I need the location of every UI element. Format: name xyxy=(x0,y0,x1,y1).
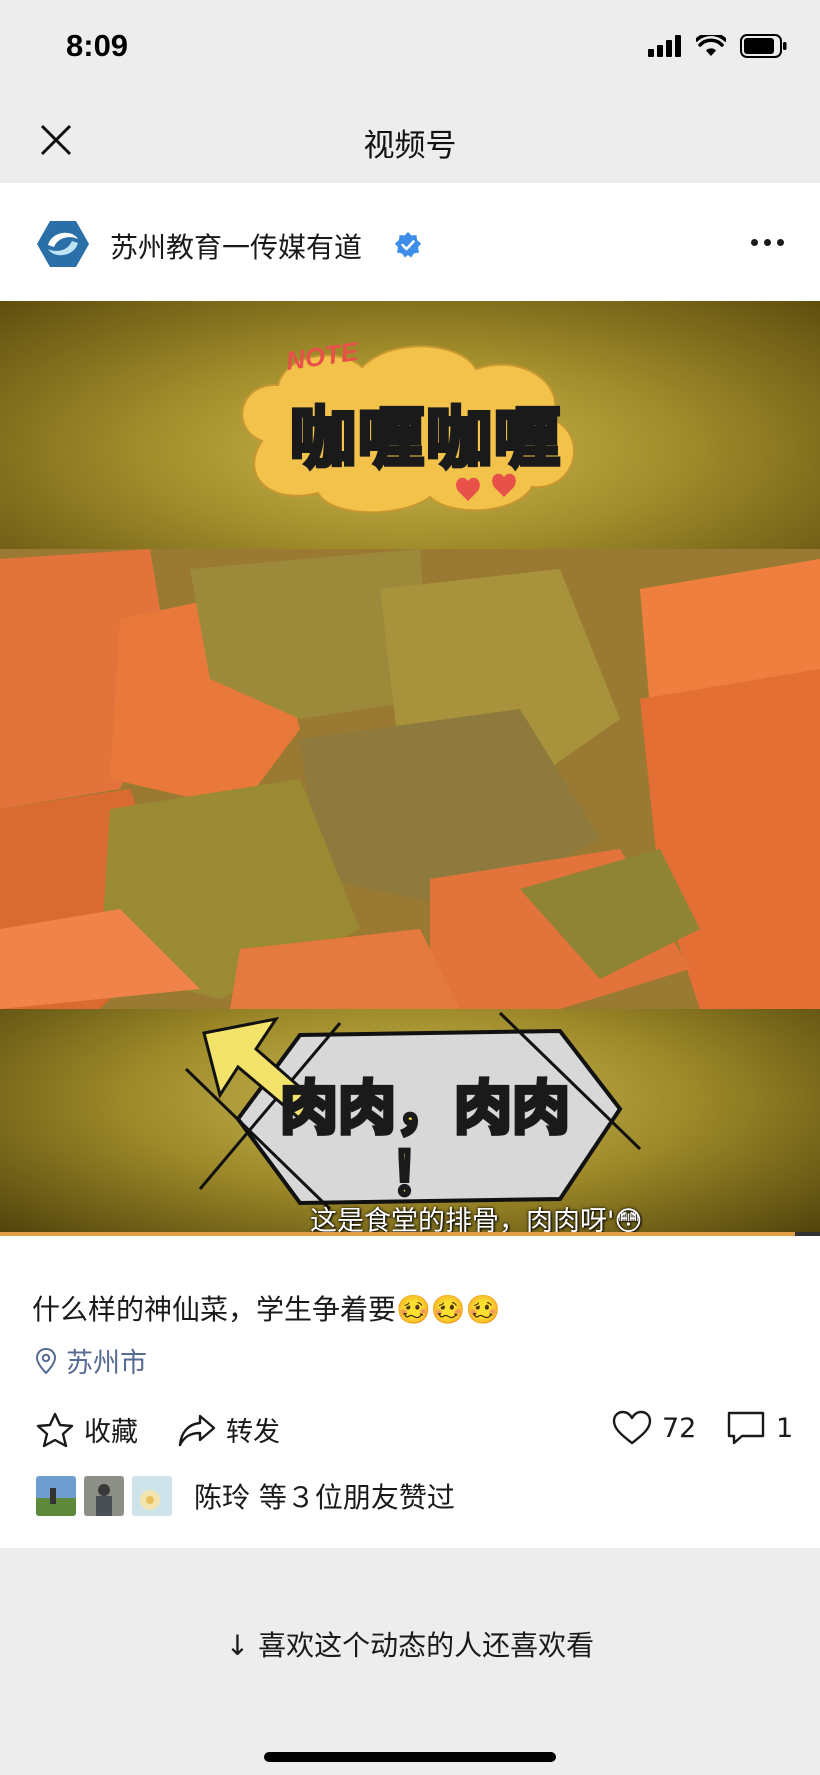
favorite-label: 收藏 xyxy=(84,1417,138,1448)
status-icons xyxy=(648,34,788,58)
star-icon xyxy=(36,1412,74,1447)
friend-avatar-2 xyxy=(84,1476,124,1516)
location[interactable]: 苏州市 xyxy=(36,1341,147,1380)
share-button[interactable]: 转发 xyxy=(178,1410,280,1449)
video-top-band: NOTE 咖喱咖喱 xyxy=(0,301,820,549)
status-bar: 8:09 xyxy=(0,0,820,100)
recommend-text: 喜欢这个动态的人还喜欢看 xyxy=(258,1629,595,1662)
home-indicator[interactable] xyxy=(264,1752,556,1762)
wifi-icon xyxy=(696,35,726,56)
more-options-icon[interactable] xyxy=(751,239,784,246)
video-progress-fill xyxy=(0,1232,796,1236)
video-food-frame xyxy=(0,549,820,1009)
recommend-label[interactable]: ↓ 喜欢这个动态的人还喜欢看 xyxy=(0,1624,820,1664)
liked-by-text: 陈玲 等３位朋友赞过 xyxy=(194,1481,455,1514)
heart-icon xyxy=(612,1410,652,1445)
author-avatar[interactable] xyxy=(36,219,90,269)
arrow-down-icon: ↓ xyxy=(225,1629,259,1662)
recommend-section[interactable]: ↓ 喜欢这个动态的人还喜欢看 xyxy=(0,1548,820,1738)
author-name[interactable]: 苏州教育一传媒有道 xyxy=(110,226,362,266)
action-bar: 收藏 转发 72 1 xyxy=(0,1410,820,1480)
location-pin-icon xyxy=(36,1347,56,1374)
like-count: 72 xyxy=(662,1412,697,1444)
curry-dish-image xyxy=(0,549,820,1009)
comment-button[interactable]: 1 xyxy=(726,1410,793,1446)
liked-by-row[interactable]: 陈玲 等３位朋友赞过 xyxy=(36,1476,455,1516)
friend-avatar-1 xyxy=(36,1476,76,1516)
share-label: 转发 xyxy=(226,1417,280,1448)
screen: 8:09 视频号 苏州教育一传媒有道 NOTE 咖喱咖喱 肉肉，肉肉 ！ 这是食… xyxy=(0,0,820,1775)
video-player[interactable]: NOTE 咖喱咖喱 肉肉，肉肉 ！ 这是食堂的排骨，肉肉呀'😳 xyxy=(0,301,820,1236)
location-text[interactable]: 苏州市 xyxy=(66,1341,147,1380)
like-button[interactable]: 72 xyxy=(612,1410,696,1446)
friend-avatar-3 xyxy=(132,1476,172,1516)
battery-icon xyxy=(740,34,787,58)
video-progress-bar[interactable] xyxy=(0,1232,820,1236)
comment-icon xyxy=(727,1411,765,1445)
comment-count: 1 xyxy=(776,1412,794,1444)
verified-icon xyxy=(395,232,421,258)
video-subtitle: 这是食堂的排骨，肉肉呀'😳 xyxy=(310,1206,643,1236)
status-time: 8:09 xyxy=(66,28,129,63)
video-sticker-title: 咖喱咖喱 xyxy=(288,398,562,479)
author-row: 苏州教育一传媒有道 xyxy=(0,183,820,301)
signal-icon xyxy=(648,35,681,57)
post-caption: 什么样的神仙菜，学生争着要🥴🥴🥴 xyxy=(32,1293,501,1326)
nav-bar: 视频号 xyxy=(0,100,820,182)
favorite-button[interactable]: 收藏 xyxy=(36,1410,138,1449)
page-title: 视频号 xyxy=(363,128,457,164)
share-icon xyxy=(178,1414,216,1446)
